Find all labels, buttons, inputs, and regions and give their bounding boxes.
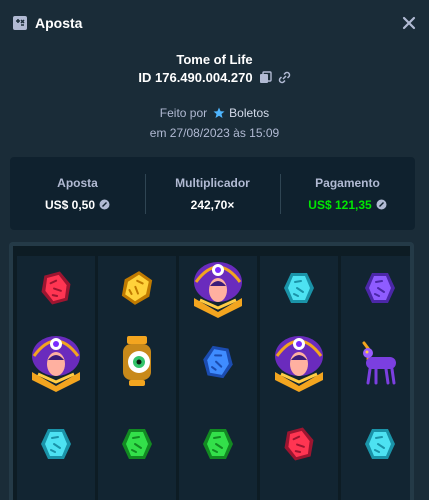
stat-payout-value-row: US$ 121,35 — [308, 197, 387, 212]
tome-of-life-wild-symbol — [267, 330, 331, 399]
bet-id: ID 176.490.004.270 — [138, 70, 253, 85]
green-gem-symbol — [198, 424, 238, 469]
cyan-gem-symbol — [360, 424, 400, 469]
modal-header: Aposta — [0, 0, 429, 46]
slot-board — [9, 242, 414, 500]
bet-stats-panel: Aposta US$ 0,50 Multiplicador 242,70× Pa… — [10, 157, 415, 230]
stat-multiplier-value: 242,70× — [190, 197, 235, 212]
reel-3 — [179, 256, 257, 500]
tome-of-life-wild-symbol — [24, 330, 88, 399]
author-row: Feito por Boletos — [0, 106, 429, 120]
copy-icon[interactable] — [259, 71, 272, 84]
reel-1 — [17, 256, 95, 500]
purple-gem-symbol — [360, 268, 400, 313]
stat-payout-value: US$ 121,35 — [308, 197, 372, 212]
reel-5 — [341, 256, 410, 500]
author-prefix: Feito por — [159, 106, 208, 120]
stat-bet: Aposta US$ 0,50 — [10, 157, 145, 230]
close-icon[interactable] — [401, 15, 417, 31]
modal-title: Aposta — [35, 15, 83, 31]
cyan-gem-symbol — [36, 424, 76, 469]
author-username[interactable]: Boletos — [229, 106, 269, 120]
blue-gem-symbol — [198, 342, 238, 387]
reel-4 — [260, 256, 338, 500]
coin-icon — [376, 199, 387, 210]
red-gem-symbol — [36, 268, 76, 313]
bet-id-row: ID 176.490.004.270 — [0, 70, 429, 85]
coin-icon — [99, 199, 110, 210]
yellow-gem-symbol — [117, 268, 157, 313]
stat-bet-value-row: US$ 0,50 — [45, 198, 110, 212]
game-title[interactable]: Tome of Life — [0, 52, 429, 67]
stat-bet-value: US$ 0,50 — [44, 197, 96, 212]
eye-lantern-symbol — [117, 334, 157, 395]
tome-of-life-wild-symbol — [186, 256, 250, 325]
stat-payout: Pagamento US$ 121,35 — [280, 157, 415, 230]
stat-multiplier-label: Multiplicador — [175, 175, 250, 190]
cyan-gem-symbol — [279, 268, 319, 313]
green-gem-symbol — [117, 424, 157, 469]
bet-slip-icon — [13, 16, 27, 30]
purple-beast-symbol — [358, 337, 402, 392]
stat-bet-label: Aposta — [57, 175, 98, 190]
red-gem-symbol — [279, 424, 319, 469]
bet-date: em 27/08/2023 às 15:09 — [149, 126, 280, 140]
stat-payout-label: Pagamento — [315, 175, 380, 190]
link-icon[interactable] — [278, 71, 291, 84]
stat-multiplier: Multiplicador 242,70× — [145, 157, 280, 230]
star-badge-icon — [213, 107, 225, 118]
reel-2 — [98, 256, 176, 500]
